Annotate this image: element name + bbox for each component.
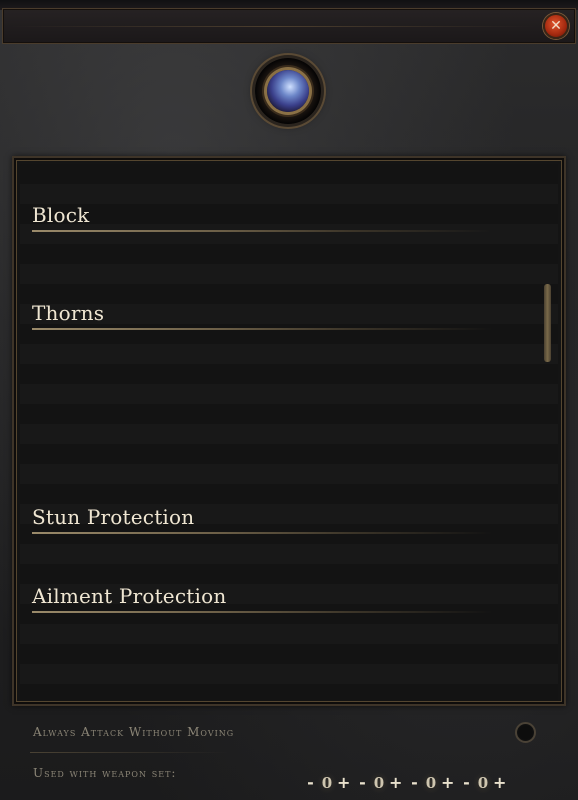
weapon-set-4-increase-button[interactable]: + — [493, 772, 506, 794]
section-heading-block: Block — [32, 203, 90, 227]
footer-divider — [30, 752, 230, 753]
weapon-set-selector: - 0 + - 0 + - 0 + - 0 + — [304, 770, 506, 796]
section-heading-ailment-protection: Ailment Protection — [32, 584, 227, 608]
title-bar — [2, 8, 576, 44]
always-attack-label: Always Attack Without Moving — [33, 725, 235, 739]
weapon-set-1-decrease-button[interactable]: - — [304, 772, 317, 794]
weapon-set-label: Used with weapon set: — [33, 766, 177, 780]
weapon-set-2-increase-button[interactable]: + — [389, 772, 402, 794]
weapon-set-4-value: 0 — [473, 772, 493, 794]
panel-emblem — [255, 58, 321, 124]
stats-list — [20, 164, 558, 700]
section-heading-thorns: Thorns — [32, 301, 105, 325]
section-heading-stun-protection: Stun Protection — [32, 505, 195, 529]
stats-scrollbar[interactable] — [544, 284, 551, 362]
weapon-set-3-value: 0 — [421, 772, 441, 794]
weapon-set-4-decrease-button[interactable]: - — [460, 772, 473, 794]
section-divider — [32, 230, 492, 232]
section-divider — [32, 611, 492, 613]
section-divider — [32, 532, 492, 534]
close-button[interactable]: ✕ — [543, 13, 569, 39]
always-attack-toggle[interactable] — [515, 722, 536, 743]
weapon-set-3-decrease-button[interactable]: - — [408, 772, 421, 794]
section-divider — [32, 328, 492, 330]
orb-icon — [267, 70, 309, 112]
weapon-set-1-increase-button[interactable]: + — [337, 772, 350, 794]
weapon-set-2-value: 0 — [369, 772, 389, 794]
close-icon: ✕ — [550, 18, 562, 34]
title-bar-rule — [11, 26, 535, 27]
weapon-set-2-decrease-button[interactable]: - — [356, 772, 369, 794]
weapon-set-3-increase-button[interactable]: + — [441, 772, 454, 794]
weapon-set-1-value: 0 — [317, 772, 337, 794]
